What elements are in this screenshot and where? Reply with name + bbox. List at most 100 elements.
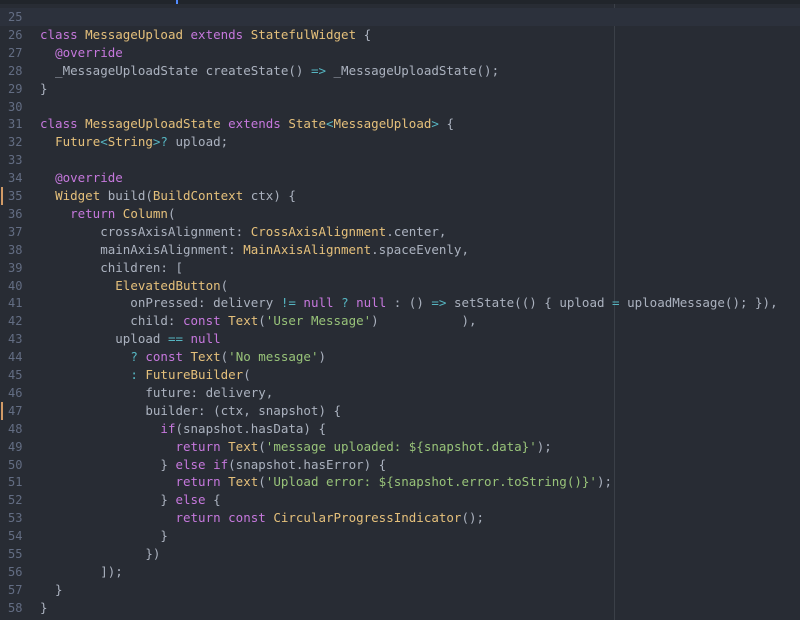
code-token: else: [175, 492, 214, 508]
line-number: 54: [8, 529, 23, 544]
code-token: ?: [130, 349, 138, 365]
code-line[interactable]: 46 future: delivery,: [0, 384, 800, 402]
code-line[interactable]: 43 upload == null: [0, 330, 800, 348]
code-token: (: [258, 438, 266, 454]
code-text: Widget build(BuildContext ctx) {: [40, 187, 296, 205]
code-editor[interactable]: 25 26 class MessageUpload extends Stateful…: [0, 4, 800, 620]
code-line[interactable]: 47 builder: (ctx, snapshot) {: [0, 401, 800, 420]
code-token: Column: [122, 205, 168, 221]
line-number: 40: [8, 278, 23, 293]
code-token: (: [258, 474, 266, 490]
line-number: 51: [8, 475, 23, 490]
code-token: null: [303, 295, 334, 311]
code-text: @override: [40, 44, 123, 62]
line-number: 27: [8, 45, 23, 60]
code-line[interactable]: 39 children: [: [0, 259, 800, 277]
code-token: uploadMessage(); }),: [619, 295, 778, 311]
code-token: _MessageUploadState();: [326, 62, 500, 78]
code-token: MessageUpload: [333, 116, 432, 132]
code-line[interactable]: 44 ? const Text('No message'): [0, 348, 800, 366]
code-text: children: [: [40, 259, 183, 277]
code-line[interactable]: 26 class MessageUpload extends StatefulWi…: [0, 26, 800, 44]
code-token: extends: [228, 116, 289, 132]
code-token: const: [183, 313, 229, 329]
code-line[interactable]: 53 return const CircularProgressIndicato…: [0, 509, 800, 527]
code-text: @override: [40, 169, 123, 187]
code-line[interactable]: 31 class MessageUploadState extends State…: [0, 115, 800, 133]
code-line[interactable]: 57 }: [0, 581, 800, 599]
code-token: return const: [175, 510, 274, 526]
code-token: return: [175, 474, 229, 490]
code-token: ) ),: [371, 313, 477, 329]
code-line[interactable]: 37 crossAxisAlignment: CrossAxisAlignmen…: [0, 223, 800, 241]
line-number: 32: [8, 135, 23, 150]
code-token: MainAxisAlignment: [243, 241, 372, 257]
code-line[interactable]: 25: [0, 8, 800, 26]
code-token: =>: [431, 295, 447, 311]
line-number: 42: [8, 314, 23, 329]
code-line[interactable]: 28 _MessageUploadState createState() => …: [0, 62, 800, 80]
code-token: <: [326, 116, 334, 132]
code-line[interactable]: 38 mainAxisAlignment: MainAxisAlignment.…: [0, 241, 800, 259]
code-text: } else if(snapshot.hasError) {: [40, 456, 386, 474]
code-line[interactable]: 36 return Column(: [0, 205, 800, 223]
line-number: 43: [8, 332, 23, 347]
code-line[interactable]: 40 ElevatedButton(: [0, 277, 800, 295]
code-line[interactable]: 49 return Text('message uploaded: ${snap…: [0, 438, 800, 456]
line-number: 29: [8, 81, 23, 96]
code-text: }): [40, 545, 160, 563]
code-token: <: [100, 134, 108, 150]
code-token: 'No message': [228, 349, 319, 365]
code-text: class MessageUpload extends StatefulWidg…: [40, 26, 371, 44]
code-text: upload == null: [40, 330, 220, 348]
code-line[interactable]: 55 }): [0, 545, 800, 563]
code-token: MessageUpload: [85, 26, 191, 42]
code-line[interactable]: 45 : FutureBuilder(: [0, 366, 800, 384]
code-text: if(snapshot.hasData) {: [40, 420, 326, 438]
modified-line-marker: [1, 401, 3, 420]
code-token: (: [220, 277, 229, 293]
code-token: @override: [55, 170, 123, 186]
code-token: mainAxisAlignment:: [40, 241, 244, 257]
code-line[interactable]: 50 } else if(snapshot.hasError) {: [0, 456, 800, 474]
code-line[interactable]: 58}: [0, 599, 800, 617]
code-line[interactable]: 56 ]);: [0, 563, 800, 581]
code-line[interactable]: 29}: [0, 80, 800, 98]
code-text: mainAxisAlignment: MainAxisAlignment.spa…: [40, 241, 469, 259]
code-token: ): [318, 349, 327, 365]
code-text: return const CircularProgressIndicator()…: [40, 509, 484, 527]
code-token: );: [596, 474, 612, 490]
code-text: ]);: [40, 563, 123, 581]
line-number: 39: [8, 260, 23, 275]
code-line[interactable]: 27 @override: [0, 44, 800, 62]
code-line[interactable]: 33: [0, 151, 800, 169]
code-token: !=: [280, 295, 296, 311]
code-token: }: [40, 80, 48, 96]
code-line[interactable]: 30: [0, 98, 800, 116]
code-line[interactable]: 35 Widget build(BuildContext ctx) {: [0, 187, 800, 205]
code-line[interactable]: 54 }: [0, 527, 800, 545]
code-token: (: [243, 367, 251, 382]
code-text: class MessageUploadState extends State<M…: [40, 115, 454, 133]
code-token: {: [446, 116, 454, 132]
code-line[interactable]: 34 @override: [0, 169, 800, 187]
code-token: }: [40, 456, 176, 472]
code-line[interactable]: 52 } else {: [0, 491, 800, 509]
code-line[interactable]: 48 if(snapshot.hasData) {: [0, 420, 800, 438]
code-line[interactable]: 42 child: const Text('User Message') ),: [0, 312, 800, 330]
code-token: String: [107, 134, 153, 150]
code-line[interactable]: 41 onPressed: delivery != null ? null : …: [0, 294, 800, 312]
code-token: (snapshot.hasError) {: [228, 456, 387, 472]
code-line[interactable]: 51 return Text('Upload error: ${snapshot…: [0, 473, 800, 491]
line-number: 33: [8, 153, 23, 168]
line-number: 53: [8, 511, 23, 526]
code-token: Text: [228, 474, 259, 490]
code-line[interactable]: 32 Future<String>? upload;: [0, 133, 800, 151]
code-token: ElevatedButton: [115, 277, 221, 293]
